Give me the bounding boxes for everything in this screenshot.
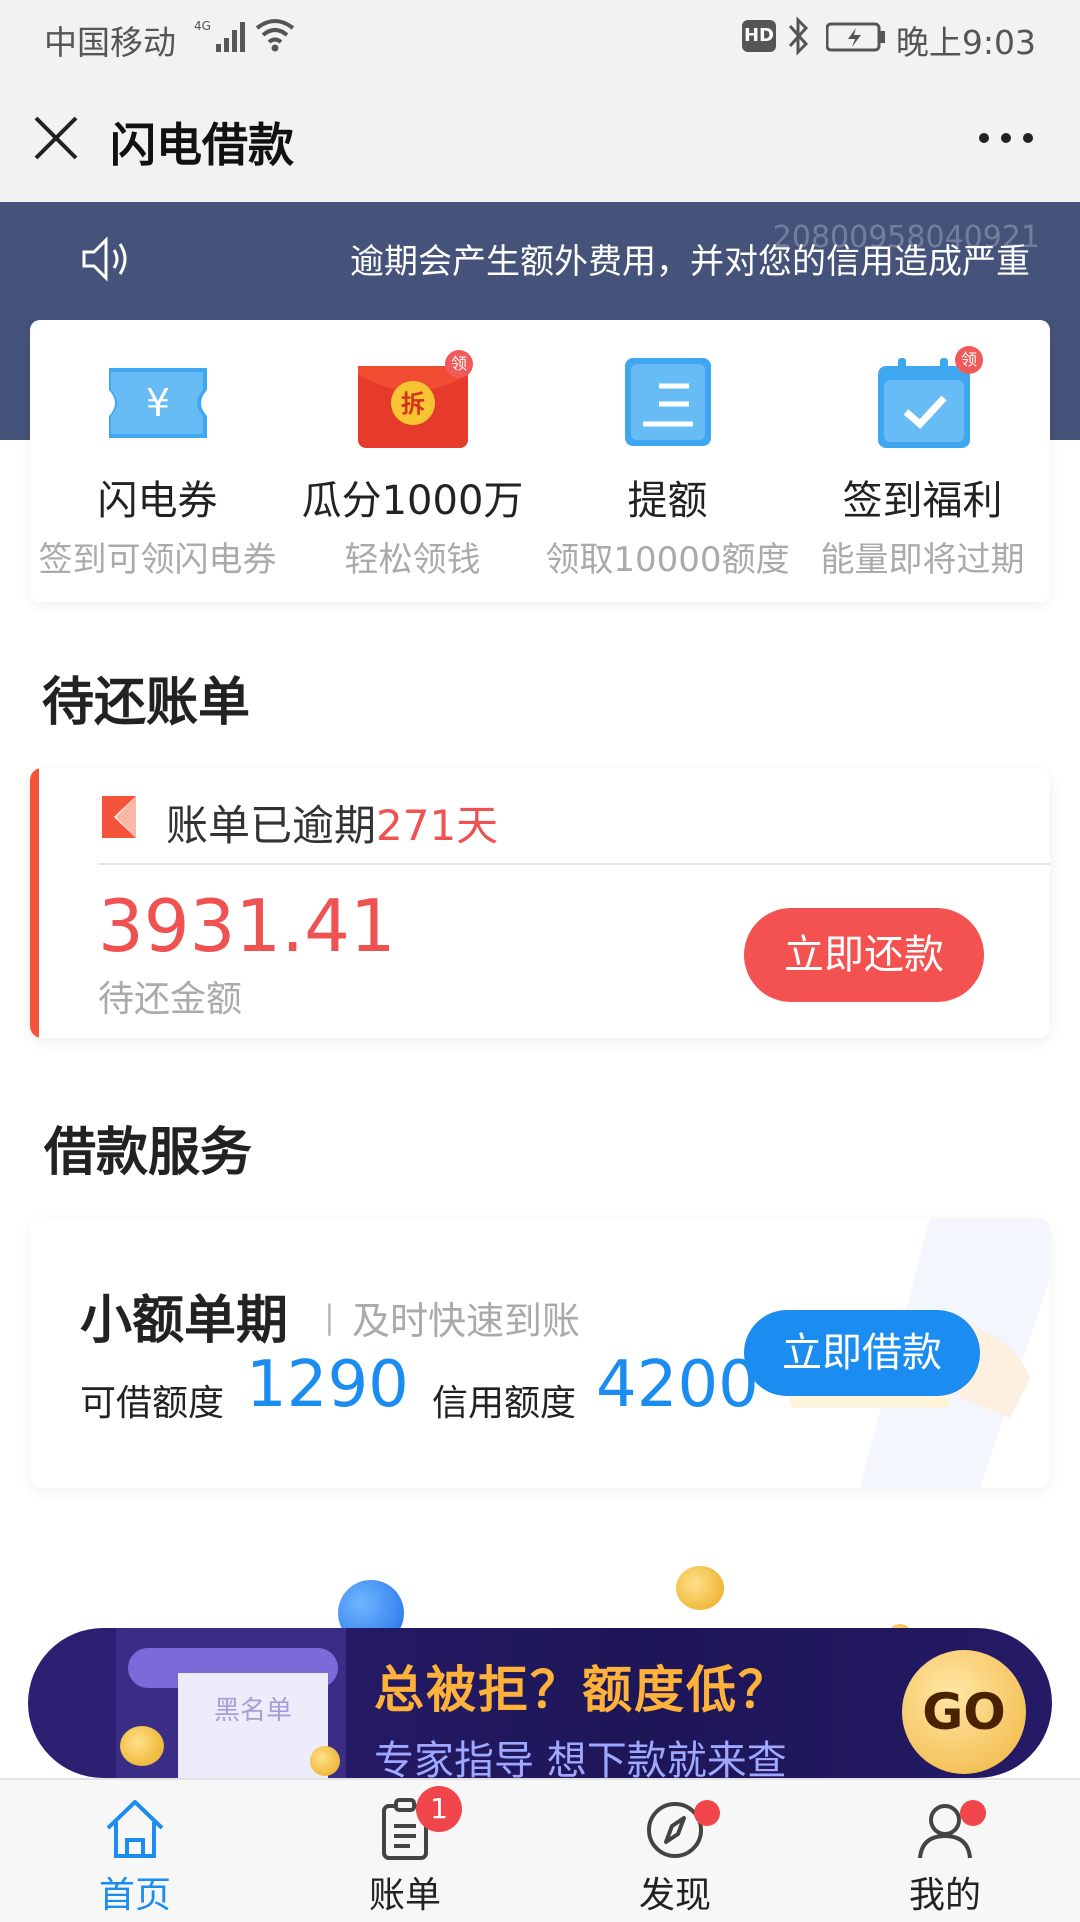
notification-badge: 1 bbox=[416, 1786, 462, 1832]
loan-product-name: 小额单期 bbox=[80, 1291, 289, 1351]
unread-dot bbox=[694, 1800, 720, 1826]
cellular-signal-icon: 4G bbox=[194, 19, 245, 52]
claim-tag: 领 bbox=[445, 350, 473, 378]
quick-action-coupon[interactable]: ¥ 闪电券 签到可领闪电券 bbox=[30, 320, 285, 602]
home-icon bbox=[106, 1800, 164, 1858]
tab-profile[interactable]: 我的 bbox=[810, 1780, 1080, 1922]
hd-icon: HD bbox=[742, 20, 776, 52]
gold-coin-icon bbox=[310, 1746, 340, 1776]
separator: | bbox=[324, 1298, 335, 1336]
svg-text:¥: ¥ bbox=[145, 381, 169, 425]
available-limit-value: 1290 bbox=[246, 1348, 409, 1422]
quick-action-subtitle: 领取10000额度 bbox=[545, 540, 790, 580]
speaker-icon bbox=[82, 236, 127, 282]
tab-bills[interactable]: 1 账单 bbox=[270, 1780, 540, 1922]
battery-icon bbox=[826, 22, 885, 52]
blacklist-label: 黑名单 bbox=[213, 1696, 292, 1726]
tab-label: 账单 bbox=[368, 1875, 441, 1916]
overdue-stripe bbox=[30, 768, 39, 1038]
overdue-days: 271天 bbox=[376, 801, 499, 850]
status-time: 晚上9:03 bbox=[895, 23, 1036, 62]
bills-section-title: 待还账单 bbox=[42, 673, 251, 733]
promo-banner[interactable]: 黑名单 总被拒？额度低？ 专家指导 想下款就来查 GO bbox=[28, 1628, 1052, 1778]
claim-tag: 领 bbox=[955, 346, 983, 374]
credit-limit-value: 4200 bbox=[596, 1348, 759, 1422]
bottom-tab-bar: 首页 1 账单 发现 我的 bbox=[0, 1778, 1080, 1922]
quick-action-subtitle: 能量即将过期 bbox=[820, 540, 1025, 580]
quick-action-title: 闪电券 bbox=[97, 478, 218, 524]
loan-tagline: 及时快速到账 bbox=[352, 1299, 581, 1343]
wifi-icon bbox=[255, 19, 295, 52]
promo-headline: 总被拒？额度低？ bbox=[374, 1661, 790, 1719]
bill-amount-label: 待还金额 bbox=[98, 979, 243, 1020]
status-bar: 中国移动 4G HD 晚上9:03 bbox=[0, 0, 1080, 75]
ticket-icon: ¥ bbox=[108, 368, 207, 438]
notice-marquee: 逾期会产生额外费用，并对您的信用造成严重 bbox=[350, 242, 1030, 282]
tab-home[interactable]: 首页 bbox=[0, 1780, 270, 1922]
promo-subtext: 专家指导 想下款就来查 bbox=[374, 1738, 787, 1778]
document-icon bbox=[624, 358, 711, 446]
bill-flag-icon bbox=[102, 796, 136, 838]
gold-coin-icon bbox=[120, 1726, 164, 1766]
quick-action-split-prize[interactable]: 拆 领 瓜分1000万 轻松领钱 bbox=[285, 320, 540, 602]
nav-bar: 闪电借款 bbox=[0, 75, 1080, 202]
quick-action-title: 签到福利 bbox=[842, 478, 1003, 524]
carrier-name: 中国移动 bbox=[44, 23, 176, 62]
tab-discover[interactable]: 发现 bbox=[540, 1780, 810, 1922]
loan-product-card[interactable]: 小额单期 | 及时快速到账 可借额度 1290 信用额度 4200 立即借款 bbox=[30, 1218, 1050, 1488]
more-options-icon[interactable] bbox=[976, 125, 1036, 151]
divider bbox=[98, 863, 1050, 865]
quick-actions-card: ¥ 闪电券 签到可领闪电券 拆 领 瓜分1000万 轻松领钱 提额 领取1000… bbox=[30, 320, 1050, 602]
unread-dot bbox=[960, 1800, 986, 1826]
tab-label: 发现 bbox=[638, 1875, 711, 1916]
page-title: 闪电借款 bbox=[110, 118, 294, 172]
gold-coin-icon bbox=[676, 1566, 724, 1610]
tab-label: 首页 bbox=[98, 1875, 171, 1916]
tab-label: 我的 bbox=[908, 1875, 981, 1916]
available-limit-label: 可借额度 bbox=[80, 1383, 225, 1424]
quick-action-title: 瓜分1000万 bbox=[301, 478, 524, 524]
repay-now-button[interactable]: 立即还款 bbox=[744, 908, 984, 1002]
close-icon[interactable] bbox=[30, 112, 82, 164]
borrow-now-button[interactable]: 立即借款 bbox=[744, 1310, 980, 1396]
bill-amount: 3931.41 bbox=[98, 884, 396, 968]
quick-action-title: 提额 bbox=[627, 478, 708, 524]
credit-limit-label: 信用额度 bbox=[432, 1383, 577, 1424]
bill-status: 账单已逾期271天 bbox=[166, 792, 498, 853]
bluetooth-icon bbox=[788, 16, 809, 56]
envelope-open-text: 拆 bbox=[401, 390, 425, 418]
quick-action-checkin[interactable]: 领 签到福利 能量即将过期 bbox=[795, 320, 1050, 602]
quick-action-raise-limit[interactable]: 提额 领取10000额度 bbox=[540, 320, 795, 602]
quick-action-subtitle: 轻松领钱 bbox=[344, 540, 481, 580]
go-button[interactable]: GO bbox=[902, 1650, 1026, 1774]
network-type: 4G bbox=[194, 19, 211, 33]
quick-action-subtitle: 签到可领闪电券 bbox=[38, 540, 277, 580]
bill-card[interactable]: 账单已逾期271天 3931.41 待还金额 立即还款 bbox=[30, 768, 1050, 1038]
bill-status-text: 账单已逾期 bbox=[166, 801, 377, 850]
loan-section-title: 借款服务 bbox=[44, 1123, 253, 1183]
